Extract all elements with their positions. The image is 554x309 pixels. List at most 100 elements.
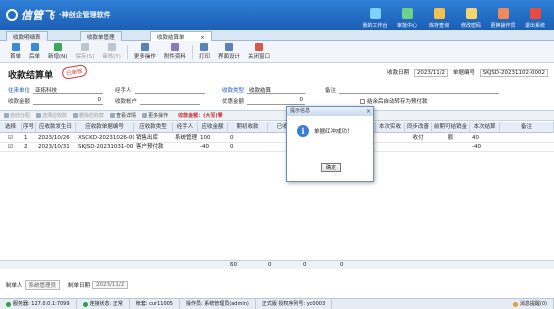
receipt-date-label: 收款日期 [387,70,410,76]
top-action-lock[interactable]: 修改密码 [456,2,486,29]
document-tabs: 收款明细表 收款单管理 收款结算单 × [0,30,554,41]
top-action-inventory[interactable]: 库存查询 [424,2,454,29]
top-action-workbench[interactable]: 我的工作台 [360,2,390,29]
inventory-icon [433,8,445,19]
amount-label: 收款金额 [8,99,31,105]
cell-settle[interactable]: -40 [470,143,500,152]
column-header[interactable]: 应收金额 [198,122,228,133]
dialog-title: 提示信息 [290,108,311,114]
grid-tool-0[interactable]: 自动分配 [4,112,30,119]
column-header[interactable]: 应收款单据编号 [76,122,134,133]
cell-prior: 0 [230,135,234,141]
exit-icon [529,8,541,19]
status-text: 操作员: 系统管理员(admin) [185,300,249,307]
toolbar-add-button[interactable]: 新增(N) [44,42,71,62]
dialog-close-icon[interactable]: × [366,107,371,116]
footer-form: 制单人 系统管理员 制单日期 2023/11/2 [6,280,136,290]
toolbar-audit-button[interactable]: 审核(Y) [98,42,125,62]
tab-receipt-detail[interactable]: 收款明细表 [6,31,48,41]
row-checkbox[interactable]: ☑ [6,134,16,143]
status-item: 服务器: 127.0.0.1:7099 [0,298,77,309]
doc-meta: 收款日期 2023/11/2 单据编号 SKJSD-20231102-0002 [384,68,548,77]
grid-tool-label: 删除应收款 [79,113,105,119]
info-icon: i [297,125,309,137]
auto-prepay-label: 结余后自动转存为预付款 [367,99,428,105]
customer-field-group: 往来单位 亚拓科技 [8,86,104,94]
doc-no-label: 单据编号 [452,70,475,76]
grid-footer: 60 0 0 0 [0,260,554,269]
account-field[interactable] [140,97,201,105]
toolbar-design-button[interactable]: 界面设计 [214,42,244,62]
top-action-label: 审批中心 [396,23,417,29]
top-action-label: 我的工作台 [362,23,388,29]
column-header[interactable]: 应收款发生日 [36,122,76,133]
top-action-approval[interactable]: 审批中心 [392,2,422,29]
account-field-group: 收款帐户 [115,97,201,105]
status-item[interactable]: 消息提醒(0) [507,298,554,309]
cell-settle[interactable]: 40 [470,134,500,143]
create-date-field: 2023/11/2 [92,281,129,289]
amount-field[interactable]: 0 [33,97,104,105]
table-row[interactable]: ☑ 1 2023/10/26 XSCKD-20231026-00 销售出库 系统管理 100… [0,134,554,143]
row-checkbox[interactable]: ☑ [6,143,16,152]
dialog-ok-button[interactable]: 确定 [321,163,341,172]
column-header[interactable]: 备注 [500,122,554,133]
toolbar-close-window-button[interactable]: 关闭窗口 [244,42,274,62]
grid-tool-4[interactable]: 更多操作 [142,112,168,119]
top-action-label: 退出系统 [524,23,545,29]
grid-tool-3[interactable]: 查看详情 [110,112,136,119]
handler-field[interactable] [134,86,205,94]
toolbar-attachment-button[interactable]: 附件资料 [160,42,190,62]
top-action-exit[interactable]: 退出系统 [520,2,550,29]
status-item: 连接状态: 正常 [77,298,130,309]
remark-field[interactable] [339,86,500,94]
toolbar-save-button[interactable]: 保存(S) [71,42,98,62]
auto-prepay-option[interactable]: 结余后自动转存为预付款 [360,97,428,105]
grid-tool-icon [36,113,42,118]
doc-no-field[interactable]: SKJSD-20231102-0002 [479,69,548,77]
tab-receipt-settlement[interactable]: 收款结算单 × [150,31,212,41]
footer-sum-amount: 60 [230,262,237,268]
column-header[interactable]: 期初收款 [228,122,268,133]
grid-tool-label: 选择应收款 [42,113,68,119]
handler-label: 经手人 [115,88,132,94]
type-label[interactable]: 收款类型 [222,86,244,94]
column-header[interactable]: 本次结算 [470,122,500,133]
toolbar-more-button[interactable]: 更多操作 [130,42,160,62]
column-header[interactable]: 选择 [0,122,22,133]
toolbar-next-button[interactable]: 后单 [25,42,44,62]
column-header[interactable]: 同步改善收付 [405,122,432,141]
discount-label: 优惠金额 [222,99,245,105]
status-item: 帐套: cur11005 [130,298,180,309]
column-header[interactable]: 经手人 [173,122,198,133]
print-icon [200,43,209,51]
cell-type: 销售出库 [136,135,159,141]
first-icon [11,43,20,51]
type-field[interactable]: 收款结算 [247,86,306,94]
customer-field[interactable]: 亚拓科技 [33,86,104,94]
status-text: 连接状态: 正常 [89,300,123,307]
column-header[interactable]: 应收款类型 [134,122,173,133]
toolbar-first-button[interactable]: 首单 [6,42,25,62]
discount-field[interactable]: 0 [247,97,306,105]
create-date-label: 制单日期 [68,283,91,289]
status-text: 服务器: 127.0.0.1:7099 [13,300,70,307]
add-icon [53,43,62,51]
tab-receipt-manage[interactable]: 收款单管理 [80,31,122,41]
remark-label: 备注 [325,88,337,94]
column-header[interactable]: 本次实收 [376,122,405,133]
toolbar-button-label: 后单 [29,54,41,60]
top-action-label: 修改密码 [460,23,481,29]
footer-sum-received: 0 [303,262,307,268]
toolbar-print-button[interactable]: 打印 [195,42,214,62]
top-action-switch-user[interactable]: 更换操作员 [488,2,518,29]
customer-label[interactable]: 往来单位 [8,86,30,94]
auto-prepay-checkbox[interactable] [360,98,365,104]
table-row[interactable]: ☑ 2 2023/10/31 SKJSD-20231031-00 客户预付款 -40 0 -4… [0,143,554,152]
main-toolbar: 首单 后单 新增(N) 保存(S) 审核(Y) 更多操作 附件资料 打印 界面设计 关闭窗口 [0,41,554,63]
receipt-date-field[interactable]: 2023/11/2 [413,69,449,77]
grid-tool-2[interactable]: 删除应收款 [73,112,104,119]
grid-tool-1[interactable]: 选择应收款 [36,112,67,119]
column-header[interactable]: 前期可结销金额 [432,122,470,141]
column-header[interactable]: 序号 [22,122,36,133]
